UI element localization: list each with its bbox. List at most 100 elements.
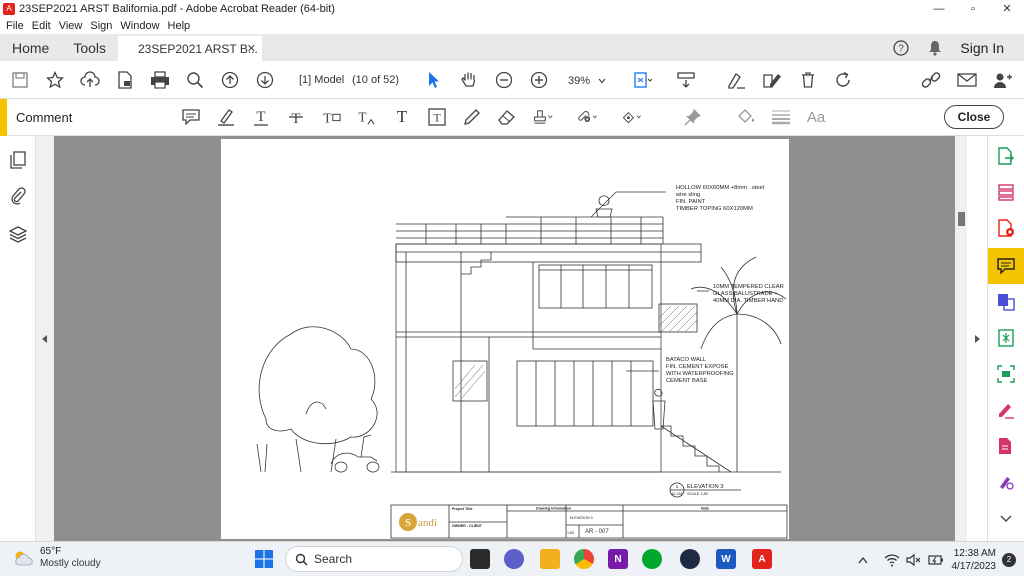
shapes-icon[interactable] — [622, 107, 642, 127]
document-viewport[interactable]: HOLLOW 60X60MM +8mm . steel wire sling F… — [54, 136, 955, 541]
taskbar-search-box[interactable]: Search — [285, 546, 463, 572]
strikethrough-icon[interactable]: T — [286, 107, 306, 127]
fill-and-sign-icon[interactable] — [996, 400, 1016, 420]
bookmark-star-icon[interactable] — [45, 70, 65, 90]
page-count: (10 of 52) — [352, 74, 400, 86]
weather-condition: Mostly cloudy — [40, 558, 101, 569]
add-text-icon[interactable]: T — [392, 107, 412, 127]
tab-home[interactable]: Home — [0, 40, 61, 56]
tab-tools[interactable]: Tools — [61, 40, 118, 56]
right-pane-collapse-icon[interactable] — [967, 136, 987, 541]
save-icon[interactable] — [10, 70, 30, 90]
replace-text-icon[interactable]: T — [321, 107, 341, 127]
layers-icon[interactable] — [8, 224, 28, 244]
note-glass-line-1: 10MM TEMPERED CLEAR — [713, 284, 784, 290]
chrome-icon[interactable] — [574, 549, 594, 569]
line-weight-icon[interactable] — [771, 107, 791, 127]
menu-window[interactable]: Window — [120, 20, 159, 32]
page-label-input[interactable]: [1] Model — [299, 74, 344, 86]
pencil-icon[interactable] — [462, 107, 482, 127]
menu-sign[interactable]: Sign — [90, 20, 112, 32]
teams-chat-icon[interactable] — [504, 549, 524, 569]
share-link-icon[interactable] — [921, 70, 941, 90]
stamp-icon[interactable] — [533, 107, 553, 127]
eraser-icon[interactable] — [497, 107, 517, 127]
vertical-scrollbar[interactable] — [955, 136, 967, 541]
attachments-icon[interactable] — [8, 186, 28, 206]
edit-pdf-icon[interactable] — [762, 70, 782, 90]
maximize-button[interactable]: ▫ — [956, 0, 990, 18]
minimize-button[interactable]: — — [922, 0, 956, 18]
chevron-up-icon[interactable] — [857, 556, 868, 564]
acrobat-taskbar-icon[interactable]: A — [752, 549, 772, 569]
scrollbar-thumb[interactable] — [958, 212, 965, 226]
compress-pdf-icon[interactable] — [996, 328, 1016, 348]
onenote-icon[interactable]: N — [608, 549, 628, 569]
sign-in-button[interactable]: Sign In — [960, 40, 1004, 56]
windows-start-icon[interactable] — [255, 550, 273, 568]
close-window-button[interactable]: ✕ — [990, 0, 1024, 18]
help-icon[interactable]: ? — [892, 39, 910, 57]
clock-date: 4/17/2023 — [951, 560, 997, 572]
next-page-icon[interactable] — [255, 70, 275, 90]
battery-charging-icon[interactable] — [927, 553, 944, 567]
fill-color-icon[interactable] — [736, 107, 756, 127]
clock[interactable]: 12:38 AM 4/17/2023 — [952, 547, 997, 573]
export-pdf-icon[interactable] — [996, 146, 1016, 166]
underline-text-icon[interactable]: T — [251, 107, 271, 127]
evernote-icon[interactable] — [642, 549, 662, 569]
scan-ocr-icon[interactable] — [996, 364, 1016, 384]
notification-count-badge[interactable]: 2 — [1002, 552, 1016, 567]
attach-file-icon[interactable] — [578, 107, 598, 127]
wifi-icon[interactable] — [884, 553, 900, 567]
comment-tool-icon[interactable] — [996, 256, 1016, 276]
menu-file[interactable]: File — [6, 20, 24, 32]
menu-help[interactable]: Help — [168, 20, 191, 32]
svg-text:T: T — [256, 109, 265, 125]
task-view-icon[interactable] — [470, 549, 490, 569]
zoom-out-icon[interactable] — [494, 70, 514, 90]
fit-page-icon[interactable] — [632, 70, 652, 90]
email-icon[interactable] — [957, 70, 977, 90]
sticky-note-icon[interactable] — [181, 107, 201, 127]
tab-close-icon[interactable]: ✕ — [247, 42, 256, 55]
edit-document-icon[interactable] — [996, 436, 1016, 456]
more-tools-chevron-icon[interactable] — [996, 508, 1016, 528]
share-user-icon[interactable] — [993, 70, 1013, 90]
select-cursor-icon[interactable] — [424, 70, 444, 90]
previous-page-icon[interactable] — [220, 70, 240, 90]
delete-icon[interactable] — [798, 70, 818, 90]
organize-pages-icon[interactable] — [996, 182, 1016, 202]
request-signature-icon[interactable] — [996, 472, 1016, 492]
menu-view[interactable]: View — [59, 20, 83, 32]
titleblock-drawing-name: ELEVATION 3 — [570, 516, 593, 520]
zoom-level-select[interactable]: 39% — [568, 72, 618, 90]
search-icon[interactable] — [185, 70, 205, 90]
tab-document[interactable]: 23SEP2021 ARST B... ✕ — [118, 36, 262, 61]
close-comment-button[interactable]: Close — [944, 105, 1004, 129]
file-explorer-icon[interactable] — [540, 549, 560, 569]
create-pdf-icon[interactable] — [996, 218, 1016, 238]
text-box-icon[interactable]: T — [427, 107, 447, 127]
highlight-icon[interactable] — [216, 107, 236, 127]
hand-tool-icon[interactable] — [459, 70, 479, 90]
protect-file-icon[interactable] — [115, 70, 135, 90]
left-pane-collapse-icon[interactable] — [36, 136, 54, 541]
blocked-app-icon[interactable] — [680, 549, 700, 569]
font-size-icon[interactable]: Aa — [806, 107, 826, 127]
insert-text-icon[interactable]: T — [356, 107, 376, 127]
print-icon[interactable] — [150, 70, 170, 90]
rotate-icon[interactable] — [833, 70, 853, 90]
zoom-in-icon[interactable] — [529, 70, 549, 90]
scroll-mode-icon[interactable] — [676, 70, 696, 90]
volume-muted-icon[interactable] — [905, 553, 922, 567]
combine-files-icon[interactable] — [996, 292, 1016, 312]
notification-bell-icon[interactable] — [926, 39, 944, 57]
pin-icon[interactable] — [683, 107, 703, 127]
cloud-upload-icon[interactable] — [80, 70, 100, 90]
menu-edit[interactable]: Edit — [32, 20, 51, 32]
weather-widget[interactable]: 65°F Mostly cloudy — [12, 546, 101, 570]
word-icon[interactable]: W — [716, 549, 736, 569]
page-thumbnails-icon[interactable] — [8, 150, 28, 170]
fill-sign-icon[interactable] — [726, 70, 746, 90]
